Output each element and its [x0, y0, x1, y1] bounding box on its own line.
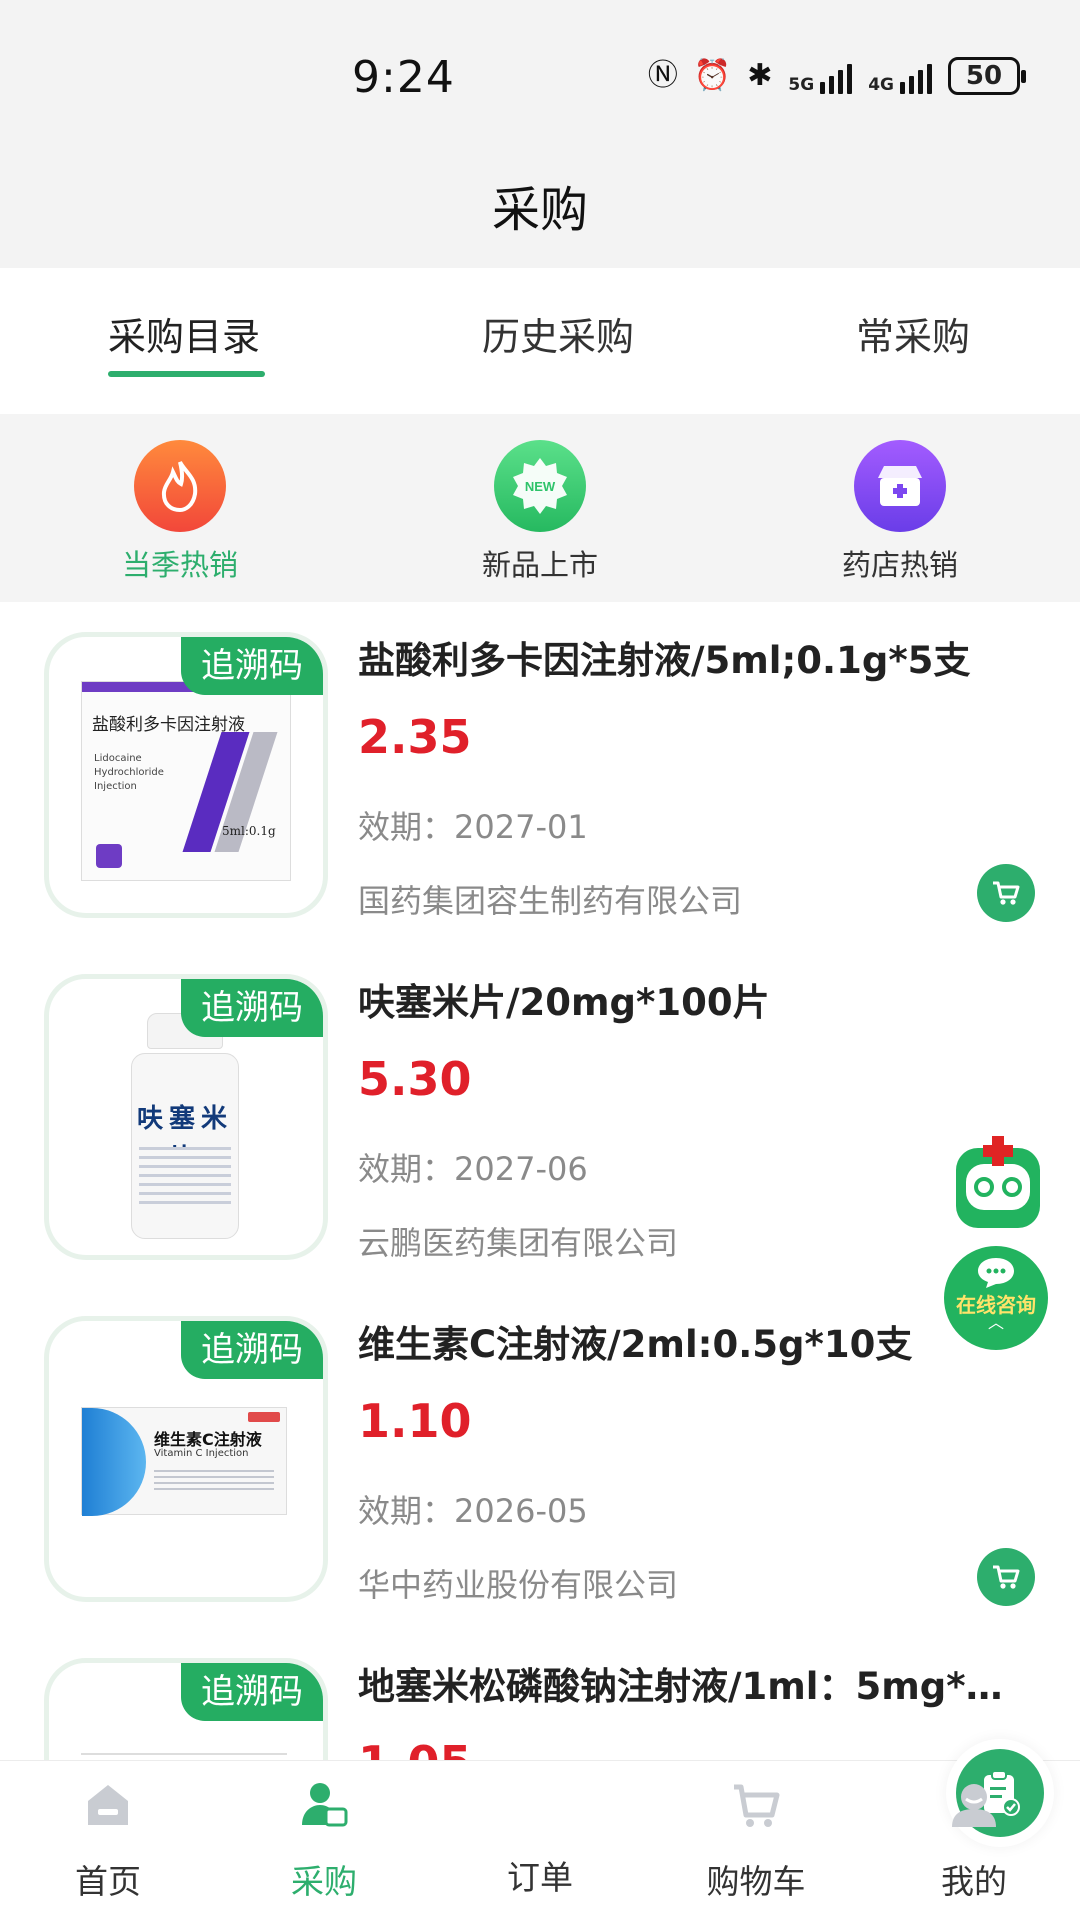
nfc-icon: Ⓝ — [647, 58, 678, 93]
tab-frequent[interactable]: 常采购 — [856, 306, 970, 361]
add-to-cart-button[interactable] — [977, 1548, 1035, 1606]
product-price: 1.10 — [358, 1394, 472, 1448]
product-image: 呋塞米片 — [131, 1013, 239, 1241]
status-icons: Ⓝ ⏰ ✱ 5G 4G 50 — [647, 56, 1026, 96]
nav-purchase[interactable]: 采购 — [244, 1779, 404, 1903]
product-expiry: 效期：2027-01 — [358, 808, 588, 846]
cart-icon — [734, 1784, 780, 1827]
fire-icon — [134, 440, 226, 532]
product-manufacturer: 华中药业股份有限公司 — [358, 1566, 679, 1604]
product-item[interactable]: 盐酸利多卡因注射液 Lidocaine Hydrochloride Inject… — [0, 602, 1080, 944]
bottom-nav: 首页 采购 订单 购物车 我的 — [0, 1749, 1080, 1920]
nav-home[interactable]: 首页 — [28, 1779, 188, 1903]
category-pharmacy-hot[interactable]: 药店热销 — [800, 440, 1000, 584]
product-expiry: 效期：2027-06 — [358, 1150, 588, 1188]
tab-active-indicator — [108, 371, 265, 377]
trace-code-badge: 追溯码 — [181, 637, 323, 695]
trace-code-badge: 追溯码 — [181, 1321, 323, 1379]
nav-cart[interactable]: 购物车 — [676, 1779, 836, 1903]
nav-label: 首页 — [75, 1862, 141, 1901]
product-name: 维生素C注射液/2ml:0.5g*10支 — [358, 1323, 913, 1366]
nav-orders[interactable]: 订单 — [460, 1749, 1044, 1899]
product-item[interactable]: 追溯码 地塞米松磷酸钠注射液/1ml：5mg*10支 1.05 — [0, 1628, 1080, 1760]
category-strip: 当季热销 NEW 新品上市 药店热销 — [0, 414, 1080, 602]
svg-text:NEW: NEW — [525, 479, 556, 494]
product-image: 维生素C注射液 Vitamin C Injection — [81, 1407, 287, 1516]
product-name: 呋塞米片/20mg*100片 — [358, 981, 770, 1024]
product-item[interactable]: 维生素C注射液 Vitamin C Injection 追溯码 维生素C注射液/… — [0, 1286, 1080, 1628]
product-name: 盐酸利多卡因注射液/5ml;0.1g*5支 — [358, 639, 971, 682]
nav-label: 我的 — [941, 1862, 1007, 1901]
category-label: 药店热销 — [841, 548, 958, 582]
product-image: 盐酸利多卡因注射液 Lidocaine Hydrochloride Inject… — [81, 681, 292, 881]
cart-icon — [993, 1565, 1020, 1589]
product-thumbnail: 呋塞米片 追溯码 — [44, 974, 328, 1260]
add-to-cart-button[interactable] — [977, 864, 1035, 922]
tab-history[interactable]: 历史采购 — [482, 306, 634, 361]
product-thumbnail: 追溯码 — [44, 1658, 328, 1760]
signal-5g-icon: 5G — [788, 58, 853, 94]
online-consult-button[interactable]: 在线咨询 ︿ — [944, 1246, 1048, 1350]
product-price: 2.35 — [358, 710, 472, 764]
product-expiry: 效期：2026-05 — [358, 1492, 588, 1530]
profile-icon — [952, 1784, 996, 1827]
trace-code-badge: 追溯码 — [181, 1663, 323, 1721]
alarm-icon: ⏰ — [693, 58, 732, 93]
page-title: 采购 — [491, 182, 588, 238]
battery-icon: 50 — [948, 57, 1026, 95]
trace-code-badge: 追溯码 — [181, 979, 323, 1037]
category-label: 当季热销 — [121, 548, 238, 582]
category-new-arrival[interactable]: NEW 新品上市 — [440, 440, 640, 584]
store-icon — [854, 440, 946, 532]
tab-bar: 采购目录 历史采购 常采购 — [0, 268, 1080, 414]
signal-4g-icon: 4G — [868, 58, 932, 94]
product-list: 盐酸利多卡因注射液 Lidocaine Hydrochloride Inject… — [0, 602, 1080, 1760]
product-name: 地塞米松磷酸钠注射液/1ml：5mg*10支 — [358, 1665, 1018, 1708]
chat-bubble-icon — [978, 1258, 1014, 1288]
nav-profile[interactable]: 我的 — [894, 1779, 1054, 1903]
nav-label: 订单 — [507, 1858, 573, 1897]
chevron-up-icon: ︿ — [987, 1313, 1004, 1332]
nav-label: 购物车 — [706, 1862, 806, 1901]
product-thumbnail: 维生素C注射液 Vitamin C Injection 追溯码 — [44, 1316, 328, 1602]
new-badge-icon: NEW — [494, 440, 586, 532]
product-manufacturer: 云鹏医药集团有限公司 — [358, 1224, 679, 1262]
category-seasonal-hot[interactable]: 当季热销 — [80, 440, 280, 584]
tab-catalog[interactable]: 采购目录 — [108, 306, 260, 361]
top-area: 9:24 Ⓝ ⏰ ✱ 5G 4G 50 采购 — [0, 0, 1080, 268]
cart-icon — [993, 881, 1020, 905]
product-item[interactable]: 呋塞米片 追溯码 呋塞米片/20mg*100片 5.30 效期：2027-06 … — [0, 944, 1080, 1286]
purchase-user-icon — [302, 1783, 348, 1827]
product-price: 5.30 — [358, 1052, 472, 1106]
home-icon — [88, 1785, 128, 1825]
assistant-robot-icon[interactable] — [946, 1134, 1050, 1238]
bluetooth-icon: ✱ — [747, 58, 773, 93]
status-time: 9:24 — [352, 52, 455, 103]
product-image — [81, 1753, 287, 1760]
product-manufacturer: 国药集团容生制药有限公司 — [358, 882, 743, 920]
nav-label: 采购 — [291, 1862, 357, 1901]
category-label: 新品上市 — [481, 548, 598, 582]
product-price: 1.05 — [358, 1736, 472, 1760]
product-thumbnail: 盐酸利多卡因注射液 Lidocaine Hydrochloride Inject… — [44, 632, 328, 918]
